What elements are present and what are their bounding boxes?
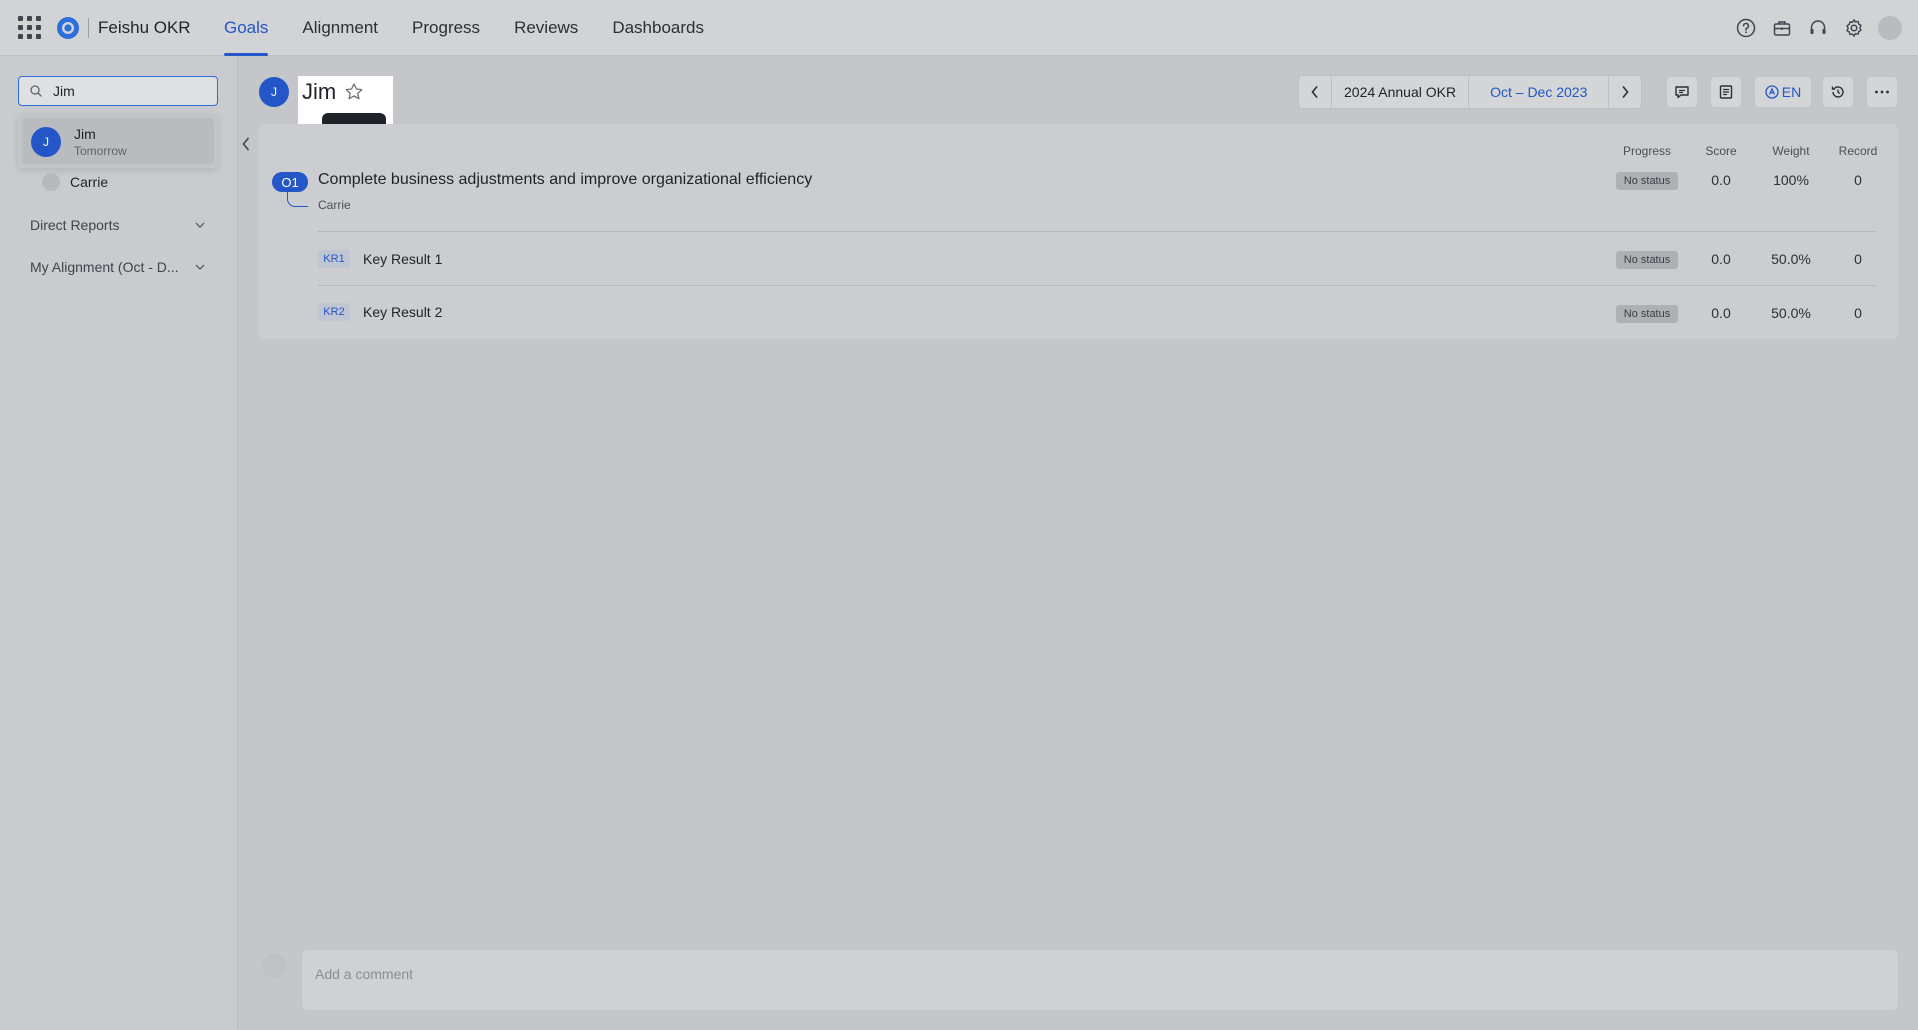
objective-badge: O1: [272, 172, 308, 192]
top-actions: [1724, 14, 1902, 42]
history-button[interactable]: [1823, 77, 1853, 107]
sidebar: J Jim Tomorrow Carrie Direct Reports My …: [0, 56, 238, 1030]
objective-record: 0: [1854, 172, 1862, 188]
app-grid-icon[interactable]: [18, 16, 42, 40]
section-label: My Alignment (Oct - D...: [30, 259, 179, 275]
app-title: Feishu OKR: [98, 18, 191, 37]
chevron-down-icon: [195, 264, 205, 270]
tab-goals[interactable]: Goals: [224, 0, 269, 56]
settings-icon[interactable]: [1840, 14, 1868, 42]
row-divider: [318, 285, 1876, 286]
kr-record: 0: [1854, 305, 1862, 321]
kr-badge: KR2: [318, 303, 350, 321]
result-subtitle: Tomorrow: [74, 144, 127, 158]
headset-icon[interactable]: [1804, 14, 1832, 42]
status-badge[interactable]: No status: [1616, 251, 1678, 269]
translate-icon: [1765, 85, 1779, 99]
more-button[interactable]: [1867, 77, 1897, 107]
commenter-avatar: [262, 954, 286, 978]
kr-score: 0.0: [1711, 251, 1731, 267]
my-alignment-section[interactable]: My Alignment (Oct - D...: [30, 257, 210, 279]
owner-avatar: J: [259, 77, 289, 107]
follow-star-icon[interactable]: [344, 82, 364, 102]
avatar: [42, 173, 60, 191]
alignment-connector: [287, 192, 308, 207]
kr-badge: KR1: [318, 250, 350, 268]
tab-dashboards[interactable]: Dashboards: [612, 0, 704, 56]
column-weight: Weight: [1772, 144, 1810, 158]
kr-record: 0: [1854, 251, 1862, 267]
avatar: J: [31, 127, 61, 157]
okr-card: Progress Score Weight Record O1 Complete…: [258, 124, 1898, 339]
briefcase-icon[interactable]: [1768, 14, 1796, 42]
direct-reports-section[interactable]: Direct Reports: [30, 215, 210, 237]
history-icon: [1831, 86, 1844, 98]
kr-weight: 50.0%: [1771, 251, 1811, 267]
search-results-dropdown: J Jim Tomorrow: [18, 114, 218, 168]
more-icon: [1875, 90, 1889, 94]
objective-weight: 100%: [1773, 172, 1809, 188]
search-icon: [30, 85, 42, 97]
user-avatar[interactable]: [1878, 16, 1902, 40]
collapse-sidebar-button[interactable]: [238, 124, 254, 164]
aligned-owner[interactable]: Carrie: [318, 198, 351, 212]
translate-button[interactable]: EN: [1755, 77, 1811, 107]
people-search[interactable]: [18, 76, 218, 106]
row-divider: [318, 231, 1876, 232]
feishu-okr-logo: [57, 17, 79, 39]
comment-icon: [1675, 86, 1689, 99]
document-button[interactable]: [1711, 77, 1741, 107]
kr-weight: 50.0%: [1771, 305, 1811, 321]
column-progress: Progress: [1622, 144, 1672, 158]
column-score: Score: [1705, 144, 1737, 158]
top-bar: Feishu OKR Goals Alignment Progress Revi…: [0, 0, 1918, 56]
person-item[interactable]: Carrie: [42, 171, 108, 193]
tab-progress[interactable]: Progress: [412, 0, 480, 56]
status-badge[interactable]: No status: [1616, 172, 1678, 190]
chevron-down-icon: [195, 222, 205, 228]
comment-input[interactable]: [315, 962, 1815, 986]
search-input[interactable]: [53, 81, 203, 101]
period-range[interactable]: Oct – Dec 2023: [1468, 76, 1608, 108]
kr-score: 0.0: [1711, 305, 1731, 321]
result-name: Jim: [74, 126, 96, 142]
key-result-title[interactable]: Key Result 2: [363, 304, 442, 320]
objective-score: 0.0: [1711, 172, 1731, 188]
tab-reviews[interactable]: Reviews: [514, 0, 578, 56]
comment-box[interactable]: [302, 950, 1898, 1010]
owner-name: Jim: [302, 79, 337, 104]
language-label: EN: [1781, 84, 1802, 100]
document-icon: [1719, 85, 1733, 99]
objective-title[interactable]: Complete business adjustments and improv…: [318, 171, 812, 189]
brand-divider: [88, 18, 89, 38]
column-record: Record: [1838, 144, 1878, 158]
previous-period-button[interactable]: [1299, 76, 1331, 108]
okr-cycle[interactable]: 2024 Annual OKR: [1331, 76, 1468, 108]
chevron-right-icon: [1622, 85, 1629, 99]
status-badge[interactable]: No status: [1616, 305, 1678, 323]
comment-button[interactable]: [1667, 77, 1697, 107]
main-nav: Goals Alignment Progress Reviews Dashboa…: [224, 0, 738, 56]
chevron-left-icon: [1311, 85, 1318, 99]
help-icon[interactable]: [1732, 14, 1760, 42]
person-name: Carrie: [70, 174, 109, 190]
tab-alignment[interactable]: Alignment: [302, 0, 378, 56]
search-result-item[interactable]: J Jim Tomorrow: [22, 118, 214, 164]
chevron-left-icon: [242, 137, 250, 151]
section-label: Direct Reports: [30, 217, 120, 233]
next-period-button[interactable]: [1608, 76, 1641, 108]
period-selector: 2024 Annual OKR Oct – Dec 2023: [1298, 75, 1643, 109]
key-result-title[interactable]: Key Result 1: [363, 251, 442, 267]
